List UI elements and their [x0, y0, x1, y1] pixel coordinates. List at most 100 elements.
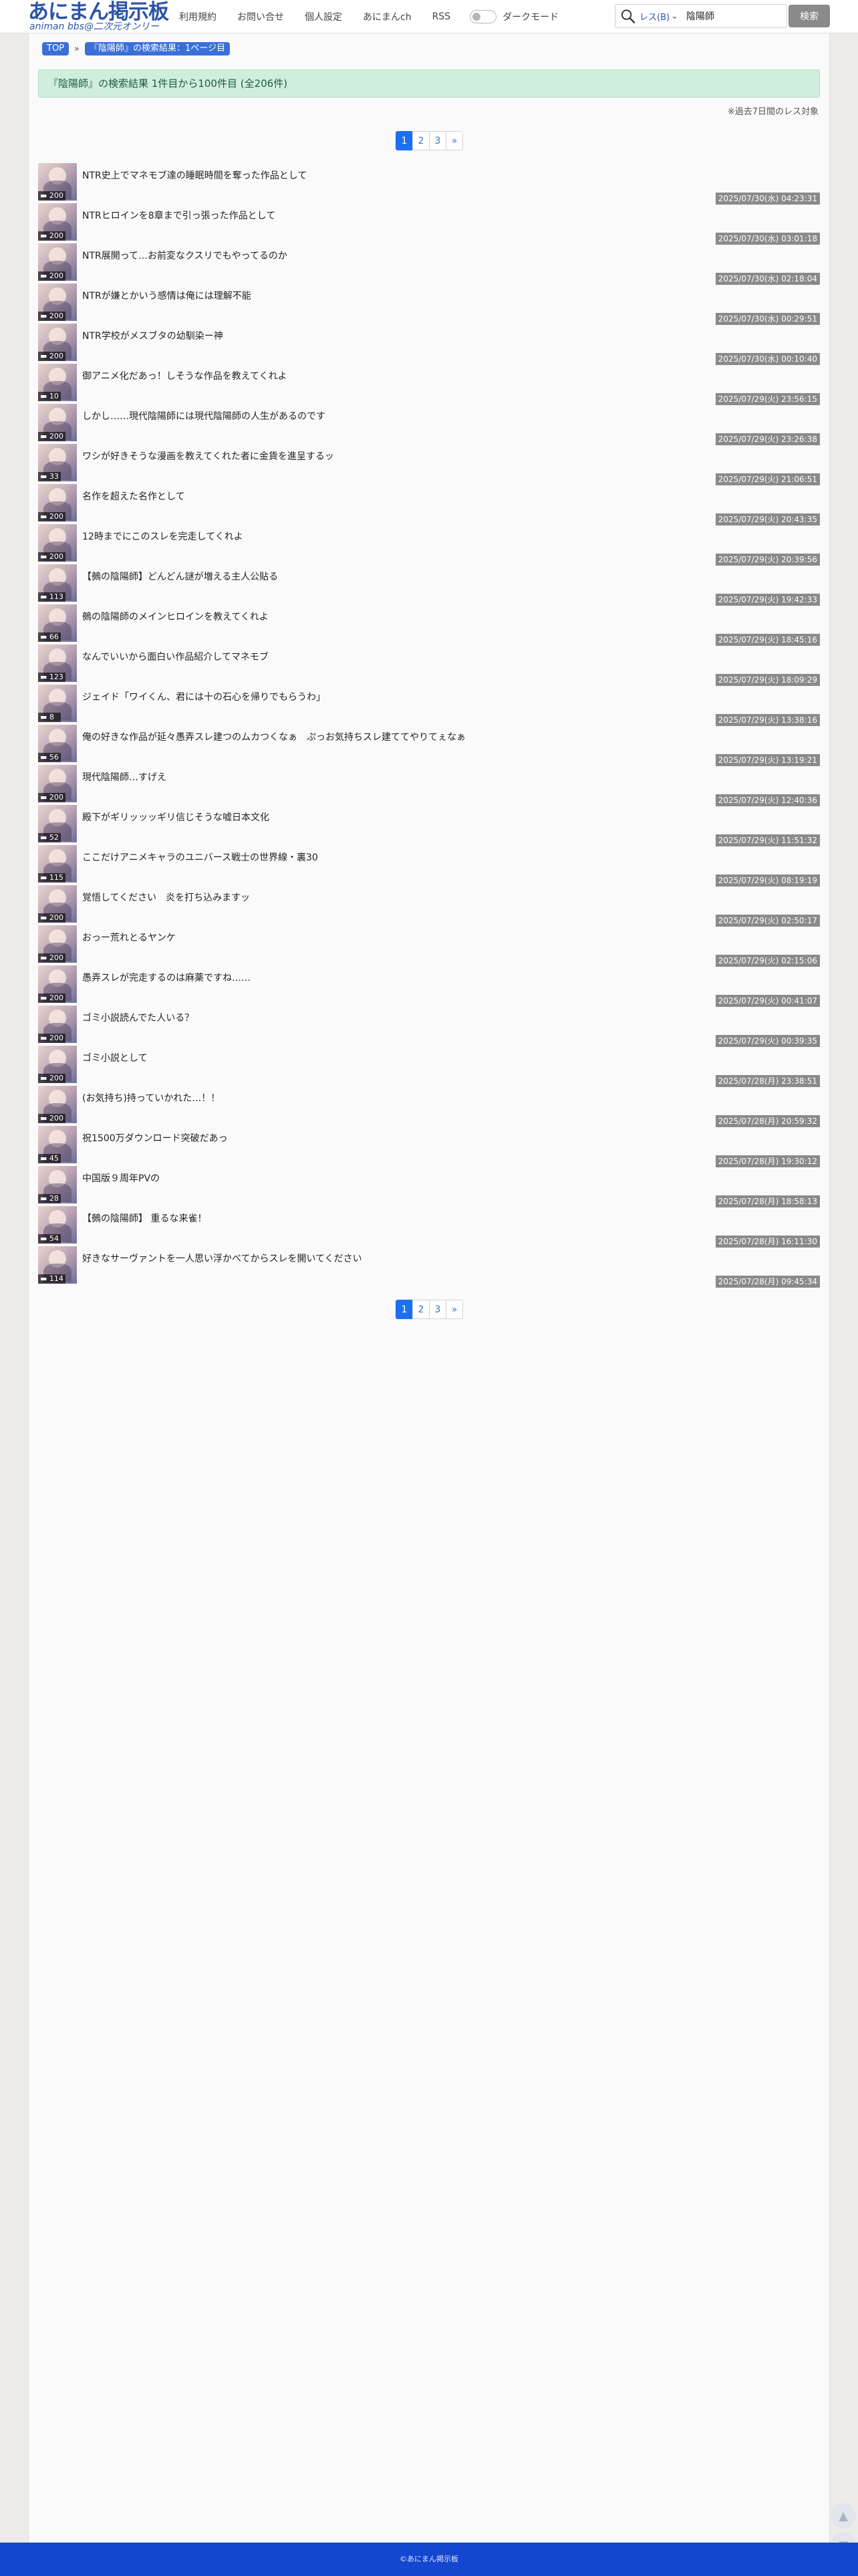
- thread-thumbnail[interactable]: ▬ 200: [38, 283, 77, 321]
- page-2-link[interactable]: 2: [412, 1300, 430, 1319]
- thread-title-link[interactable]: 愚弄スレが完走するのは麻薬ですね……: [82, 971, 251, 984]
- thread-title-link[interactable]: 御アニメ化だあっ！しそうな作品を教えてくれよ: [82, 369, 287, 382]
- thread-thumbnail[interactable]: ▬ 45: [38, 1126, 77, 1163]
- thread-thumbnail[interactable]: ▬ 200: [38, 1086, 77, 1123]
- thread-title-link[interactable]: (お気持ち)持っていかれた…！！: [82, 1091, 220, 1104]
- search-button[interactable]: 検索: [789, 5, 830, 27]
- thread-title-link[interactable]: 覚悟してください 炎を打ち込みますッ: [82, 891, 250, 904]
- thread-row[interactable]: ▬ 28 中国版９周年PVの 2025/07/28(月) 18:58:13: [38, 1165, 820, 1207]
- thread-thumbnail[interactable]: ▬ 200: [38, 484, 77, 521]
- next-page-link[interactable]: »: [446, 1300, 463, 1319]
- thread-row[interactable]: ▬ 200 NTR展開って…お前変なクスリでもやってるのか 2025/07/30(水…: [38, 242, 820, 285]
- thread-title-link[interactable]: 名作を超えた名作として: [82, 489, 185, 503]
- thread-title-link[interactable]: NTR史上でマネモブ達の睡眠時間を奪った作品として: [82, 168, 307, 182]
- search-icon[interactable]: [619, 7, 636, 25]
- thread-row[interactable]: ▬ 123 なんでいいから面白い作品紹介してマネモブ 2025/07/29(火) 1…: [38, 643, 820, 686]
- thread-thumbnail[interactable]: ▬ 200: [38, 925, 77, 963]
- thread-title-link[interactable]: おっー荒れとるヤンケ: [82, 931, 176, 944]
- thread-row[interactable]: ▬ 200 しかし……現代陰陽師には現代陰陽師の人生があるのです 2025/07/2…: [38, 402, 820, 445]
- dark-mode-switch[interactable]: [470, 10, 497, 23]
- page-3-link[interactable]: 3: [429, 1300, 446, 1319]
- thread-thumbnail[interactable]: ▬ 200: [38, 404, 77, 441]
- thread-row[interactable]: ▬ 200 NTRヒロインを8章まで引っ張った作品として 2025/07/30(水)…: [38, 202, 820, 245]
- thread-title-link[interactable]: ジェイド「ワイくん、君には十の石心を帰りでもらうわ」: [82, 690, 325, 703]
- thread-thumbnail[interactable]: ▬ 200: [38, 163, 77, 201]
- thread-thumbnail[interactable]: ▬ 10: [38, 364, 77, 401]
- thread-row[interactable]: ▬ 45 祝1500万ダウンロード突破だあっ 2025/07/28(月) 19:30…: [38, 1125, 820, 1167]
- scroll-top-button[interactable]: ▲: [831, 2503, 856, 2529]
- chevron-down-icon[interactable]: ⌄: [671, 11, 678, 21]
- thread-thumbnail[interactable]: ▬ 200: [38, 243, 77, 281]
- thread-row[interactable]: ▬ 56 俺の好きな作品が延々愚弄スレ建つのムカつくなぁ ぷっお気持ちスレ建ててや…: [38, 723, 820, 766]
- next-page-link[interactable]: »: [446, 131, 463, 150]
- thread-title-link[interactable]: 【鵺の陰陽師】 重るな来雀！: [82, 1211, 206, 1225]
- thread-thumbnail[interactable]: ▬ 123: [38, 645, 77, 682]
- thread-row[interactable]: ▬ 114 好きなサーヴァントを一人思い浮かべてからスレを開いてください 2025/…: [38, 1245, 820, 1288]
- nav-contact-link[interactable]: お問い合せ: [237, 10, 284, 23]
- breadcrumb-top-link[interactable]: TOP: [42, 42, 69, 55]
- thread-title-link[interactable]: NTR学校がメスブタの幼馴染ー神: [82, 329, 223, 342]
- thread-row[interactable]: ▬ 200 現代陰陽師…すげえ 2025/07/29(火) 12:40:36: [38, 764, 820, 806]
- thread-thumbnail[interactable]: ▬ 54: [38, 1206, 77, 1244]
- thread-row[interactable]: ▬ 113 【鵺の陰陽師】どんどん謎が増える主人公貼る 2025/07/29(火) …: [38, 563, 820, 606]
- search-input[interactable]: [686, 11, 786, 21]
- thread-title-link[interactable]: しかし……現代陰陽師には現代陰陽師の人生があるのです: [82, 409, 325, 423]
- nav-rss-link[interactable]: RSS: [432, 11, 451, 22]
- thread-row[interactable]: ▬ 200 (お気持ち)持っていかれた…！！ 2025/07/28(月) 20:59…: [38, 1084, 820, 1127]
- thread-thumbnail[interactable]: ▬ 200: [38, 203, 77, 241]
- page-1-link[interactable]: 1: [396, 131, 413, 150]
- thread-title-link[interactable]: 鵺の陰陽師のメインヒロインを教えてくれよ: [82, 610, 269, 623]
- thread-thumbnail[interactable]: ▬ 200: [38, 885, 77, 923]
- thread-title-link[interactable]: ゴミ小説として: [82, 1051, 148, 1064]
- thread-row[interactable]: ▬ 200 ゴミ小説読んでた人いる？ 2025/07/29(火) 00:39:35: [38, 1004, 820, 1047]
- search-type-select[interactable]: レス(B): [639, 10, 670, 23]
- thread-row[interactable]: ▬ 200 12時までにこのスレを完走してくれよ 2025/07/29(火) 20:…: [38, 523, 820, 566]
- thread-row[interactable]: ▬ 200 おっー荒れとるヤンケ 2025/07/29(火) 02:15:06: [38, 924, 820, 967]
- thread-thumbnail[interactable]: ▬ 200: [38, 765, 77, 802]
- dark-mode-toggle[interactable]: ダークモード: [470, 10, 559, 23]
- thread-row[interactable]: ▬ 200 名作を超えた名作として 2025/07/29(火) 20:43:35: [38, 483, 820, 525]
- thread-row[interactable]: ▬ 8 ジェイド「ワイくん、君には十の石心を帰りでもらうわ」 2025/07/29(…: [38, 683, 820, 726]
- thread-title-link[interactable]: 12時までにこのスレを完走してくれよ: [82, 530, 243, 543]
- page-2-link[interactable]: 2: [412, 131, 430, 150]
- nav-terms-link[interactable]: 利用規約: [179, 10, 217, 23]
- thread-row[interactable]: ▬ 33 ワシが好きそうな漫画を教えてくれた者に金貨を進呈するッ 2025/07/2…: [38, 443, 820, 485]
- thread-thumbnail[interactable]: ▬ 8: [38, 685, 77, 722]
- thread-row[interactable]: ▬ 200 愚弄スレが完走するのは麻薬ですね…… 2025/07/29(火) 00:…: [38, 964, 820, 1007]
- thread-row[interactable]: ▬ 200 ゴミ小説として 2025/07/28(月) 23:38:51: [38, 1044, 820, 1087]
- thread-thumbnail[interactable]: ▬ 200: [38, 1006, 77, 1043]
- thread-row[interactable]: ▬ 52 殿下がギリッッッギリ信じそうな嘘日本文化 2025/07/29(火) 11…: [38, 804, 820, 846]
- thread-thumbnail[interactable]: ▬ 200: [38, 965, 77, 1003]
- thread-thumbnail[interactable]: ▬ 200: [38, 524, 77, 562]
- breadcrumb-current[interactable]: 『陰陽師』の検索結果：1ページ目: [84, 42, 230, 55]
- site-logo[interactable]: あにまん掲示板 animan bbs@二次元オンリー: [28, 2, 169, 32]
- page-3-link[interactable]: 3: [429, 131, 446, 150]
- thread-thumbnail[interactable]: ▬ 56: [38, 725, 77, 762]
- thread-title-link[interactable]: 現代陰陽師…すげえ: [82, 770, 166, 784]
- thread-row[interactable]: ▬ 115 ここだけアニメキャラのユニバース戦士の世界線・裏30 2025/07/2…: [38, 844, 820, 887]
- thread-title-link[interactable]: 俺の好きな作品が延々愚弄スレ建つのムカつくなぁ ぷっお気持ちスレ建ててやりてぇな…: [82, 730, 466, 743]
- thread-thumbnail[interactable]: ▬ 200: [38, 324, 77, 361]
- thread-thumbnail[interactable]: ▬ 113: [38, 564, 77, 602]
- thread-row[interactable]: ▬ 54 【鵺の陰陽師】 重るな来雀！ 2025/07/28(月) 16:11:30: [38, 1205, 820, 1248]
- thread-row[interactable]: ▬ 200 NTR学校がメスブタの幼馴染ー神 2025/07/30(水) 00:10…: [38, 322, 820, 365]
- page-1-link[interactable]: 1: [396, 1300, 413, 1319]
- thread-thumbnail[interactable]: ▬ 66: [38, 604, 77, 642]
- thread-row[interactable]: ▬ 200 NTR史上でマネモブ達の睡眠時間を奪った作品として 2025/07/30…: [38, 162, 820, 205]
- thread-title-link[interactable]: 【鵺の陰陽師】どんどん謎が増える主人公貼る: [82, 570, 278, 583]
- thread-row[interactable]: ▬ 10 御アニメ化だあっ！しそうな作品を教えてくれよ 2025/07/29(火) …: [38, 362, 820, 405]
- thread-title-link[interactable]: 殿下がギリッッッギリ信じそうな嘘日本文化: [82, 810, 269, 824]
- nav-settings-link[interactable]: 個人設定: [305, 10, 342, 23]
- thread-row[interactable]: ▬ 66 鵺の陰陽師のメインヒロインを教えてくれよ 2025/07/29(火) 18…: [38, 603, 820, 646]
- thread-thumbnail[interactable]: ▬ 200: [38, 1046, 77, 1083]
- thread-title-link[interactable]: 中国版９周年PVの: [82, 1171, 160, 1185]
- nav-animanch-link[interactable]: あにまんch: [363, 10, 412, 23]
- thread-title-link[interactable]: NTRが嫌とかいう感情は俺には理解不能: [82, 289, 251, 302]
- thread-row[interactable]: ▬ 200 NTRが嫌とかいう感情は俺には理解不能 2025/07/30(水) 00…: [38, 282, 820, 325]
- thread-thumbnail[interactable]: ▬ 28: [38, 1166, 77, 1203]
- thread-title-link[interactable]: NTRヒロインを8章まで引っ張った作品として: [82, 209, 275, 222]
- thread-title-link[interactable]: ここだけアニメキャラのユニバース戦士の世界線・裏30: [82, 850, 318, 864]
- thread-title-link[interactable]: 祝1500万ダウンロード突破だあっ: [82, 1131, 228, 1145]
- thread-title-link[interactable]: なんでいいから面白い作品紹介してマネモブ: [82, 650, 269, 663]
- thread-thumbnail[interactable]: ▬ 33: [38, 444, 77, 481]
